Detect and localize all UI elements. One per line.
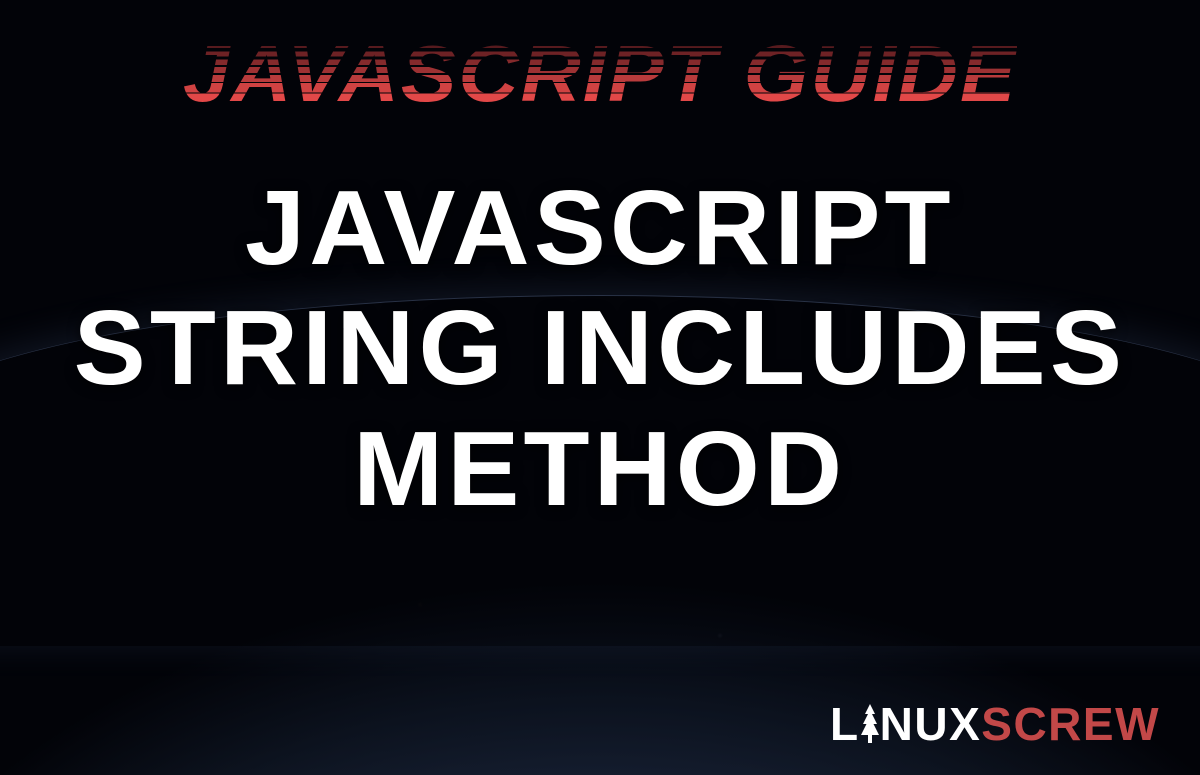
banner-content: JAVASCRIPT GUIDE JAVASCRIPT STRING INCLU… [0, 0, 1200, 775]
brand-text-linux: L NUX [830, 697, 981, 751]
main-title-line-2: STRING INCLUDES [74, 292, 1126, 404]
pine-tree-icon [858, 702, 882, 746]
main-title-block: JAVASCRIPT STRING INCLUDES METHOD [84, 172, 1116, 525]
brand-letter-l: L [830, 697, 860, 751]
brand-logo: L NUX SCREW [830, 697, 1160, 751]
brand-letters-nux: NUX [880, 697, 982, 751]
main-title-line-1: JAVASCRIPT [245, 172, 955, 284]
header-title: JAVASCRIPT GUIDE [183, 28, 1018, 120]
brand-text-screw: SCREW [981, 697, 1160, 751]
main-title-line-3: METHOD [353, 413, 846, 525]
